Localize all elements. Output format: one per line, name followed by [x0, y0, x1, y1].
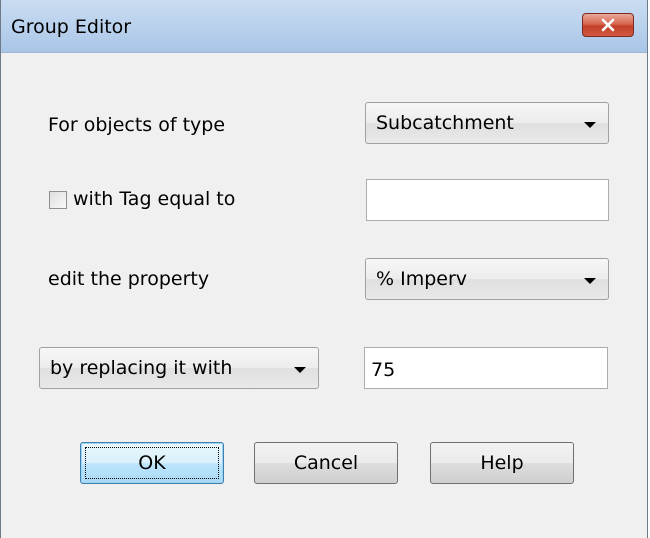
- tag-checkbox-label[interactable]: with Tag equal to: [73, 188, 235, 210]
- property-value: % Imperv: [376, 268, 468, 290]
- close-icon: [601, 18, 615, 32]
- tag-checkbox[interactable]: [49, 191, 67, 209]
- chevron-down-icon: [584, 278, 596, 284]
- close-button[interactable]: [582, 13, 634, 37]
- property-label: edit the property: [48, 268, 210, 290]
- object-type-select[interactable]: Subcatchment: [365, 102, 609, 144]
- object-type-label: For objects of type: [48, 114, 226, 136]
- object-type-value: Subcatchment: [376, 112, 514, 134]
- property-select[interactable]: % Imperv: [365, 258, 609, 300]
- action-value: by replacing it with: [50, 357, 233, 379]
- replacement-value: 75: [371, 359, 396, 381]
- replacement-value-input[interactable]: 75: [364, 347, 608, 389]
- chevron-down-icon: [294, 367, 306, 373]
- tag-input[interactable]: [366, 179, 609, 221]
- title-bar[interactable]: Group Editor: [1, 0, 647, 53]
- cancel-button-label: Cancel: [293, 452, 359, 474]
- window-title: Group Editor: [11, 16, 132, 38]
- action-select[interactable]: by replacing it with: [39, 347, 319, 389]
- cancel-button[interactable]: Cancel: [254, 442, 398, 484]
- help-button-label: Help: [480, 452, 524, 474]
- help-button[interactable]: Help: [430, 442, 574, 484]
- ok-button-label: OK: [138, 452, 166, 474]
- dialog-body: For objects of type Subcatchment with Ta…: [1, 53, 647, 538]
- ok-button[interactable]: OK: [80, 442, 224, 484]
- chevron-down-icon: [584, 122, 596, 128]
- group-editor-dialog: Group Editor For objects of type Subcatc…: [0, 0, 648, 538]
